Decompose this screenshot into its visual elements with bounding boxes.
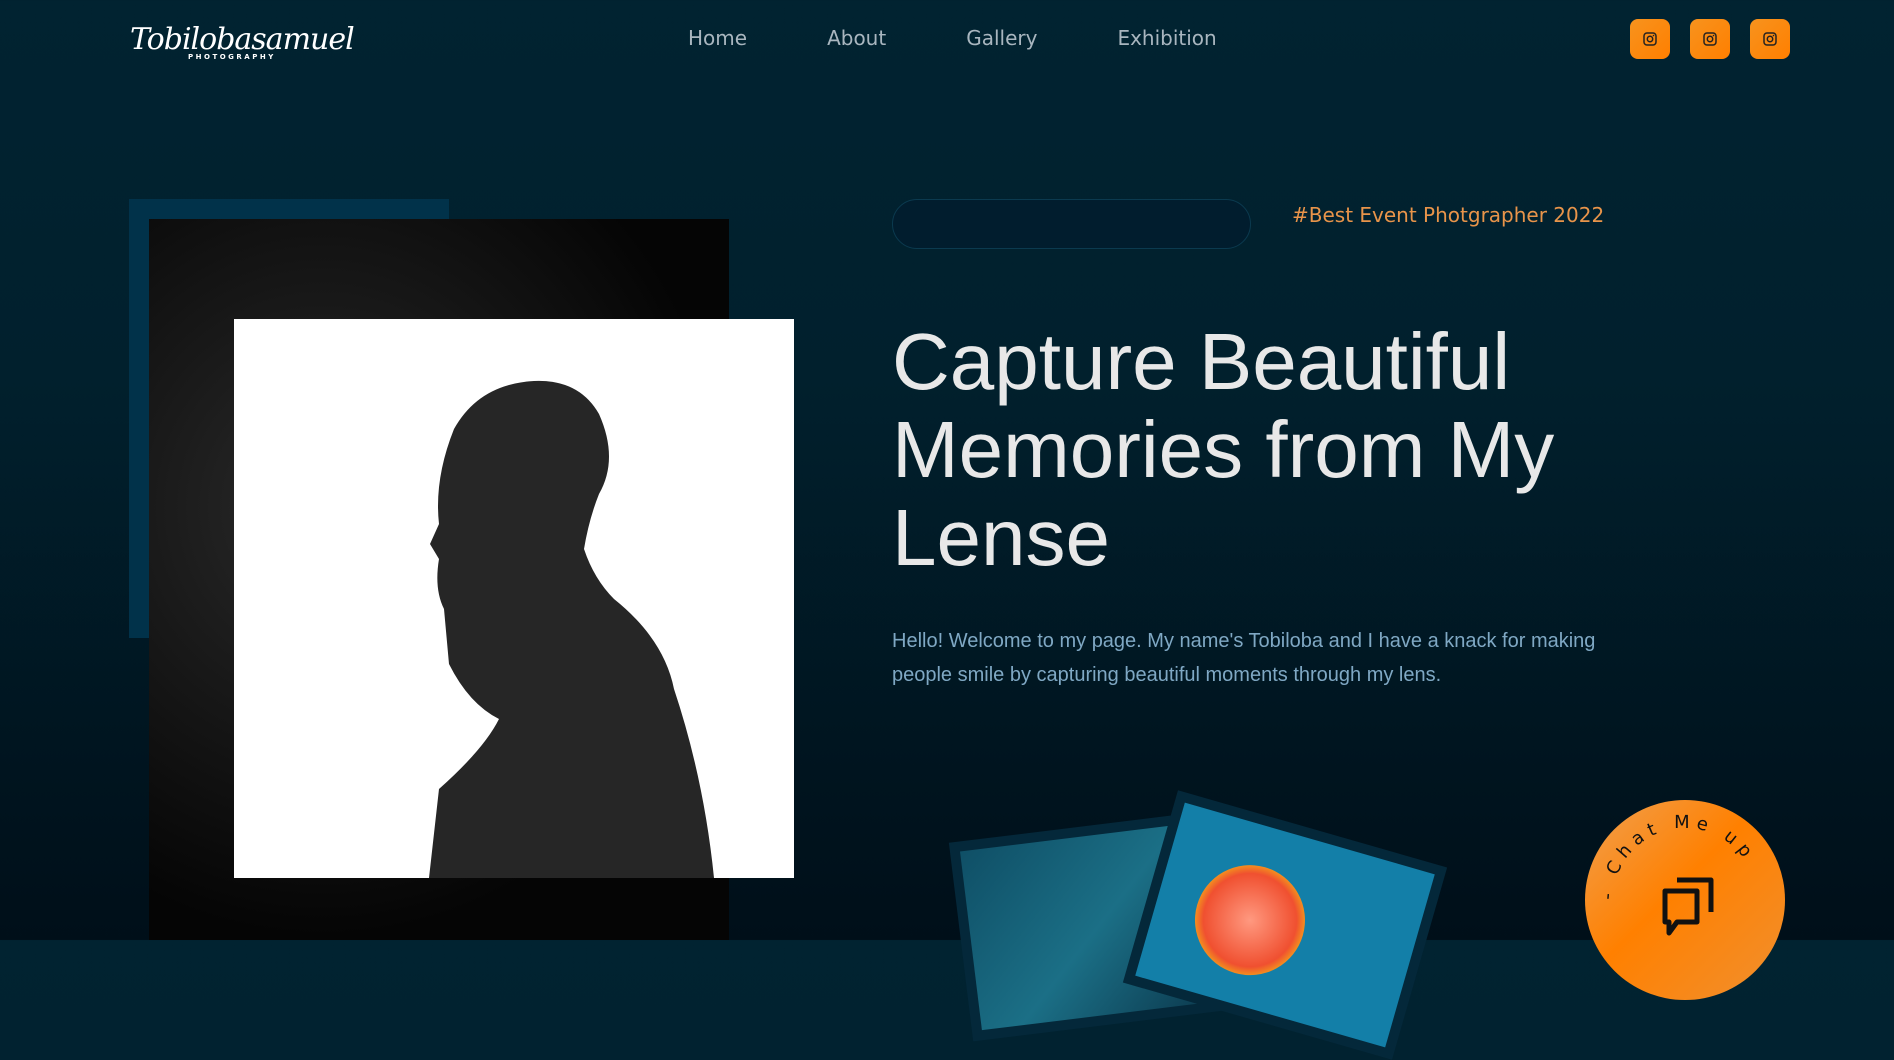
portrait-photo bbox=[234, 319, 794, 878]
preview-photo-2 bbox=[1122, 790, 1448, 1060]
hero-intro: Hello! Welcome to my page. My name's Tob… bbox=[892, 630, 1596, 686]
nav-exhibition[interactable]: Exhibition bbox=[1117, 26, 1216, 50]
nav-gallery[interactable]: Gallery bbox=[966, 26, 1037, 50]
award-tag: #Best Event Photgrapher 2022 bbox=[1292, 203, 1605, 227]
nav-home[interactable]: Home bbox=[688, 26, 747, 50]
social-links bbox=[1630, 19, 1790, 59]
instagram-button-3[interactable] bbox=[1750, 19, 1790, 59]
hero-title: Capture Beautiful Memories from My Lense bbox=[892, 317, 1555, 582]
main-nav: Home About Gallery Exhibition bbox=[688, 26, 1217, 50]
logo-name: Tobilobasamuel bbox=[130, 22, 355, 57]
chat-button[interactable]: - Chat Me up bbox=[1585, 800, 1785, 1000]
svg-text:- Chat Me up: - Chat Me up bbox=[1597, 812, 1760, 901]
instagram-button-1[interactable] bbox=[1630, 19, 1670, 59]
instagram-button-2[interactable] bbox=[1690, 19, 1730, 59]
instagram-icon bbox=[1763, 32, 1777, 46]
instagram-icon bbox=[1703, 32, 1717, 46]
instagram-icon bbox=[1643, 32, 1657, 46]
chat-icon bbox=[1662, 877, 1714, 936]
badge-pill bbox=[892, 199, 1251, 249]
logo[interactable]: Tobilobasamuel PHOTOGRAPHY bbox=[130, 22, 355, 61]
chat-label: - Chat Me up bbox=[1597, 812, 1754, 901]
gallery-preview[interactable] bbox=[948, 785, 1450, 1060]
nav-about[interactable]: About bbox=[827, 26, 886, 50]
